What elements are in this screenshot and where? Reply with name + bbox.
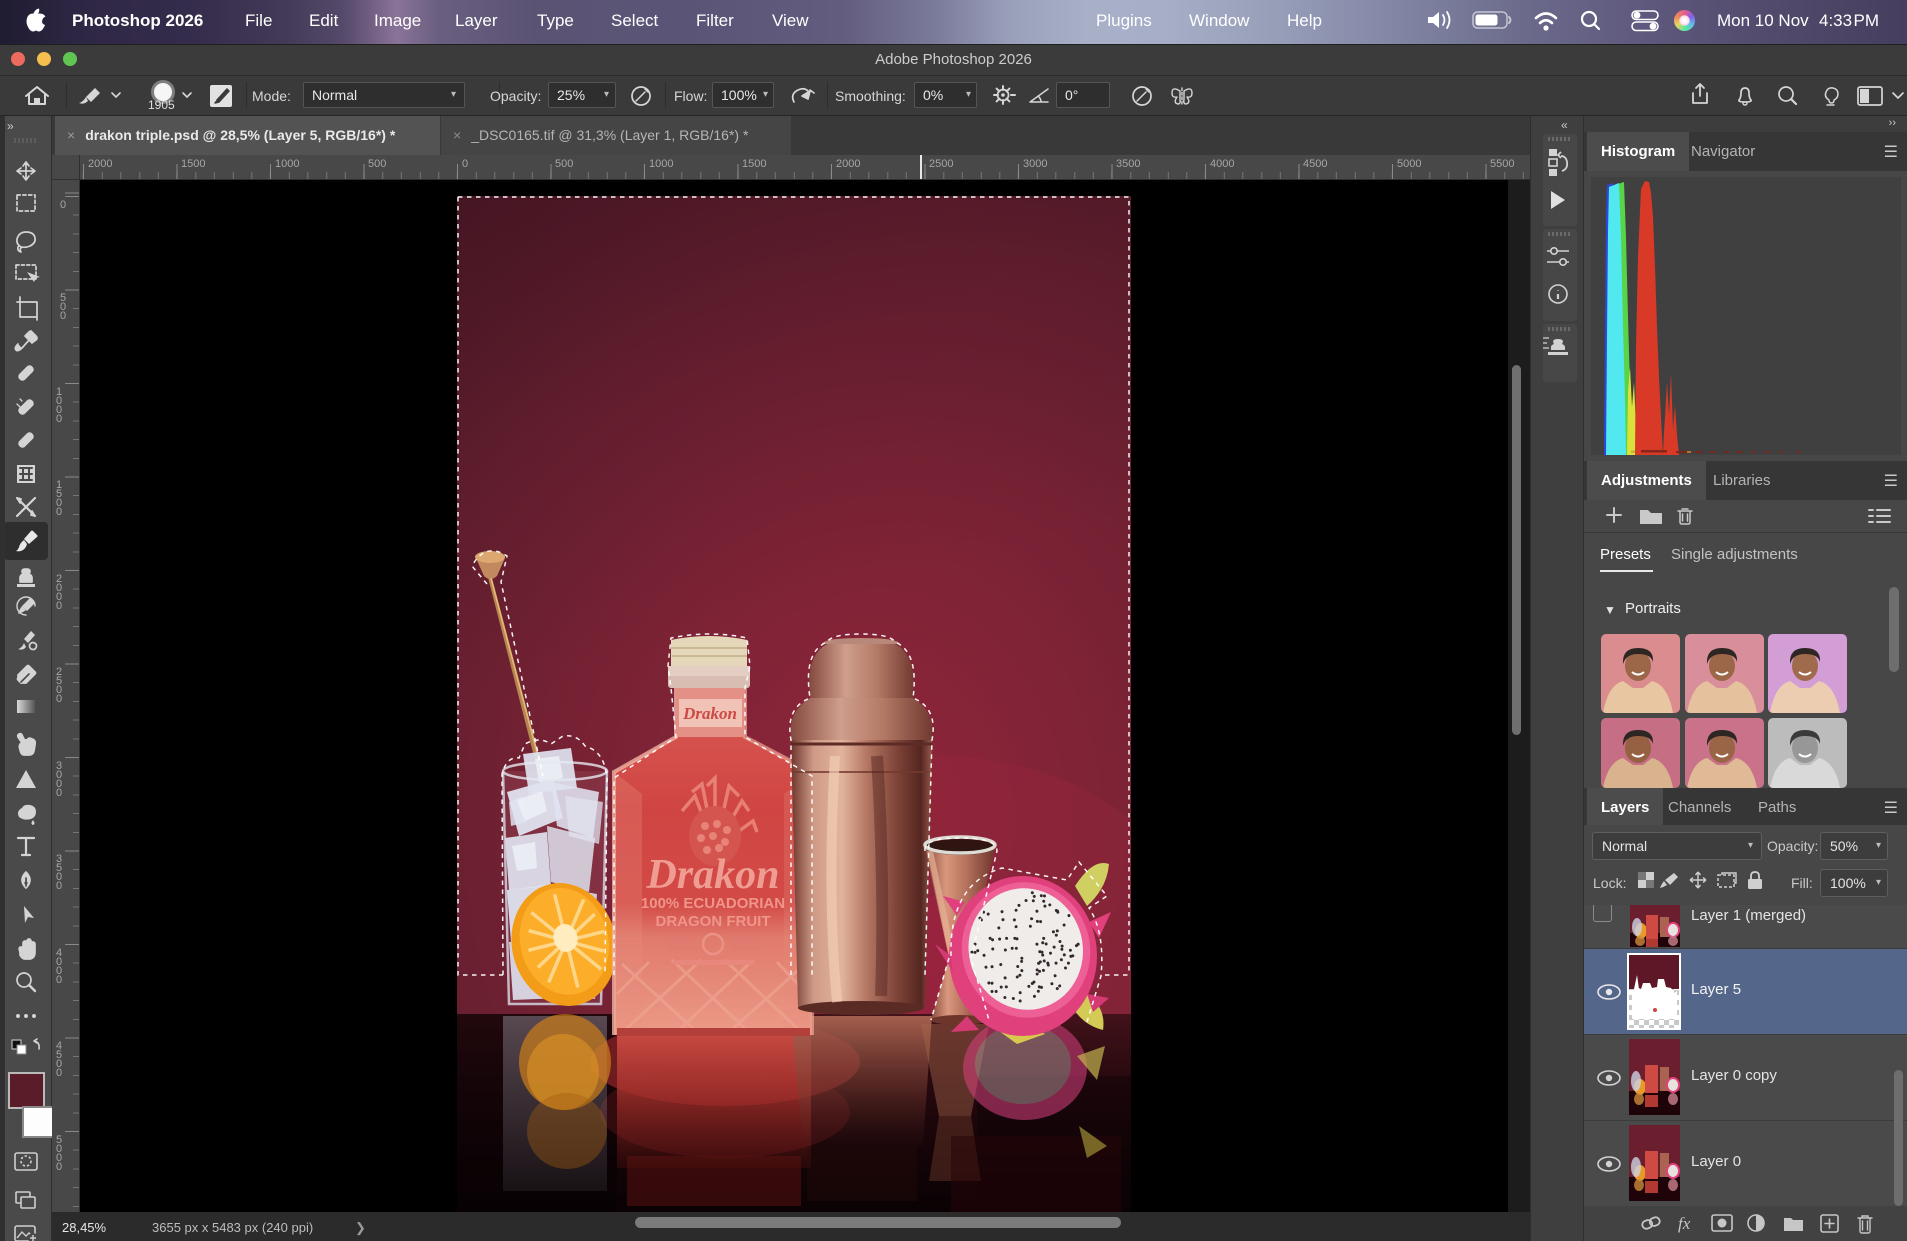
svg-text:Drakon: Drakon: [682, 704, 737, 723]
svg-text:100% ECUADORIAN: 100% ECUADORIAN: [641, 895, 785, 912]
svg-text:Drakon: Drakon: [645, 852, 779, 898]
svg-text:fx: fx: [1678, 1214, 1691, 1233]
svg-text:DRAGON FRUIT: DRAGON FRUIT: [656, 913, 771, 930]
